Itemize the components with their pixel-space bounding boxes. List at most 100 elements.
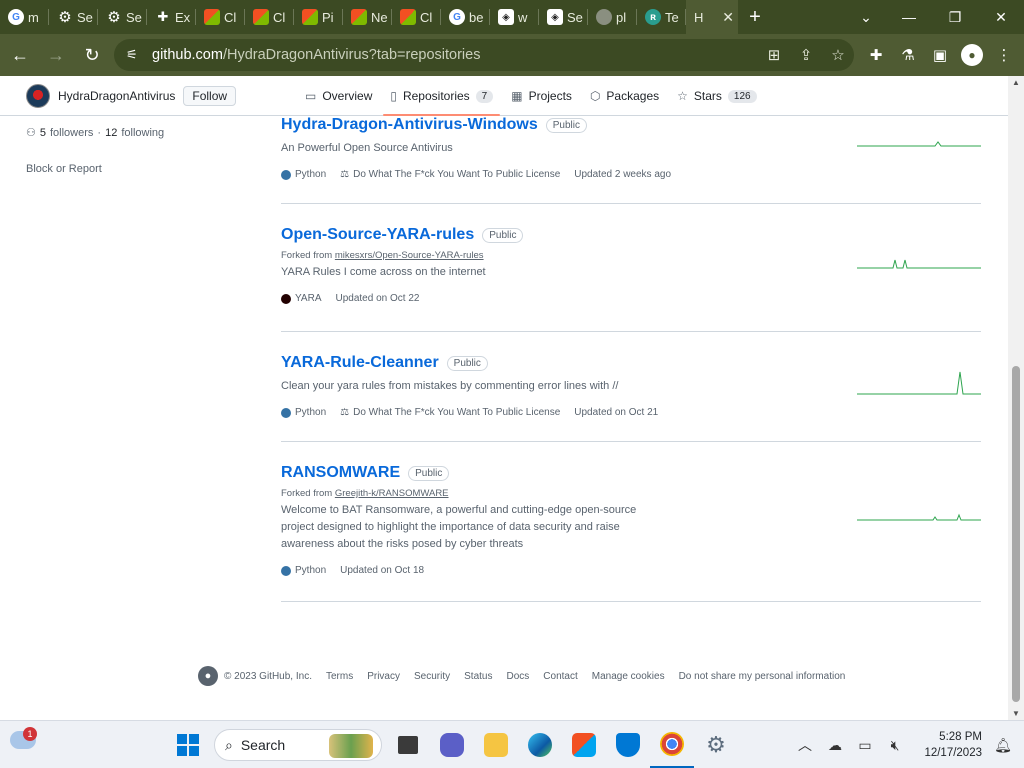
browser-tab[interactable]: Gbe <box>441 0 490 34</box>
chrome-button[interactable] <box>650 721 694 768</box>
browser-tab[interactable]: Cl <box>392 0 441 34</box>
gear-icon: ⚙ <box>706 732 726 757</box>
edge-button[interactable] <box>518 721 562 768</box>
bookmark-star-icon[interactable]: ☆ <box>822 46 854 64</box>
tab-overview[interactable]: ▭ Overview <box>296 76 381 116</box>
tab-packages[interactable]: ⬡ Packages <box>581 76 668 116</box>
block-or-report-link[interactable]: Block or Report <box>26 163 102 175</box>
activity-sparkline <box>857 371 981 395</box>
extensions-icon[interactable]: ✚ <box>860 39 892 71</box>
footer-link-do-not-share[interactable]: Do not share my personal information <box>679 671 846 682</box>
store-button[interactable] <box>562 721 606 768</box>
search-icon: ⌕ <box>225 736 233 753</box>
browser-tab[interactable]: Ne <box>343 0 392 34</box>
scroll-thumb[interactable] <box>1012 366 1020 702</box>
task-view-icon <box>398 736 418 754</box>
browser-tab[interactable]: ◈ Se <box>539 0 588 34</box>
repo-link[interactable]: Open-Source-YARA-rules <box>281 226 474 244</box>
followers-link[interactable]: followers <box>50 127 93 139</box>
forked-from-link[interactable]: mikesxrs/Open-Source-YARA-rules <box>335 250 484 261</box>
back-button[interactable]: ← <box>4 39 36 71</box>
forked-from: Forked from Greejith-k/RANSOMWARE <box>281 488 449 499</box>
scroll-down-arrow-icon[interactable]: ▼ <box>1008 709 1024 718</box>
github-logo-icon[interactable]: ● <box>198 666 218 686</box>
following-link[interactable]: following <box>121 127 164 139</box>
share-icon[interactable]: ⇪ <box>790 46 822 64</box>
forked-from-link[interactable]: Greejith-k/RANSOMWARE <box>335 488 449 499</box>
rainbow-icon <box>351 9 367 25</box>
tab-projects[interactable]: ▦ Projects <box>502 76 581 116</box>
browser-tab[interactable]: ✚ Ex <box>147 0 196 34</box>
tab-search-chevron-icon[interactable]: ⌄ <box>846 0 886 34</box>
tab-repositories[interactable]: ▯ Repositories 7 <box>381 76 502 116</box>
list-item: Open-Source-YARA-rules Public Forked fro… <box>281 226 981 332</box>
repo-link[interactable]: RANSOMWARE <box>281 464 400 482</box>
browser-tab[interactable]: Gm <box>0 0 49 34</box>
footer-link-docs[interactable]: Docs <box>506 671 529 682</box>
file-explorer-button[interactable] <box>474 721 518 768</box>
taskbar-search[interactable]: ⌕ Search <box>214 729 382 761</box>
speaker-muted-icon[interactable]: 🔇︎ <box>880 737 910 754</box>
minimize-button[interactable]: — <box>886 0 932 34</box>
notification-bell-icon[interactable]: 🔔︎ <box>988 737 1018 754</box>
start-button[interactable] <box>166 721 210 768</box>
globe-icon <box>596 9 612 25</box>
browser-tab[interactable]: ʀ Te <box>637 0 686 34</box>
username[interactable]: HydraDragonAntivirus <box>58 89 175 103</box>
avatar[interactable] <box>26 84 50 108</box>
address-bar[interactable]: ⚟ github.com/HydraDragonAntivirus?tab=re… <box>114 39 854 71</box>
url-text[interactable]: github.com/HydraDragonAntivirus?tab=repo… <box>152 47 758 63</box>
footer-link-manage-cookies[interactable]: Manage cookies <box>592 671 665 682</box>
reload-button[interactable]: ↻ <box>76 39 108 71</box>
close-window-button[interactable]: ✕ <box>978 0 1024 34</box>
system-tray: ︿ ☁ ▭ 🔇︎ 5:28 PM 12/17/2023 🔔︎ <box>790 721 1024 768</box>
browser-tab[interactable]: Cl <box>196 0 245 34</box>
visibility-badge: Public <box>545 117 587 133</box>
followers-line: ⚇ 5 followers · 12 following <box>26 126 165 140</box>
follow-button[interactable]: Follow <box>183 86 237 106</box>
footer-link-privacy[interactable]: Privacy <box>367 671 400 682</box>
menu-kebab-icon[interactable]: ⋮ <box>988 39 1020 71</box>
followers-count[interactable]: 5 <box>40 127 46 139</box>
display-icon[interactable]: ▭ <box>850 737 880 754</box>
browser-tab[interactable]: Cl <box>245 0 294 34</box>
install-app-icon[interactable]: ⊞ <box>758 46 790 64</box>
restore-button[interactable]: ❐ <box>932 0 978 34</box>
footer-link-status[interactable]: Status <box>464 671 492 682</box>
forward-button[interactable]: → <box>40 39 72 71</box>
browser-tab[interactable]: ◈ w <box>490 0 539 34</box>
close-tab-icon[interactable]: ✕ <box>722 9 734 26</box>
chat-button[interactable] <box>430 721 474 768</box>
tab-stars[interactable]: ☆ Stars 126 <box>668 76 765 116</box>
settings-button[interactable]: ⚙ <box>694 721 738 768</box>
profile-tabs: ▭ Overview ▯ Repositories 7 ▦ Projects ⬡ Pack… <box>296 76 766 116</box>
profile-avatar-icon[interactable]: ● <box>961 44 983 66</box>
browser-tab[interactable]: ⚙ Se <box>98 0 147 34</box>
new-tab-button[interactable]: + <box>738 0 772 34</box>
site-info-icon[interactable]: ⚟ <box>126 47 146 63</box>
scroll-up-arrow-icon[interactable]: ▲ <box>1008 78 1024 87</box>
repo-meta: YARA Updated on Oct 22 <box>281 293 981 304</box>
onedrive-offline-icon[interactable]: ☁ <box>820 737 850 754</box>
defender-button[interactable] <box>606 721 650 768</box>
repo-title-row: Open-Source-YARA-rules Public <box>281 226 981 244</box>
activity-sparkline <box>857 259 981 269</box>
browser-tab[interactable]: ⚙ Se <box>49 0 98 34</box>
footer-link-contact[interactable]: Contact <box>543 671 577 682</box>
footer-link-terms[interactable]: Terms <box>326 671 353 682</box>
footer-link-security[interactable]: Security <box>414 671 450 682</box>
lab-flask-icon[interactable]: ⚗ <box>892 39 924 71</box>
browser-tab-active[interactable]: H ✕ <box>686 0 738 34</box>
shield-icon: ◈ <box>547 9 563 25</box>
task-view-button[interactable] <box>386 721 430 768</box>
taskbar-clock[interactable]: 5:28 PM 12/17/2023 <box>910 729 982 761</box>
repo-link[interactable]: YARA-Rule-Cleanner <box>281 354 439 372</box>
following-count[interactable]: 12 <box>105 127 117 139</box>
page-scrollbar[interactable]: ▲ ▼ <box>1008 76 1024 720</box>
repo-link[interactable]: Hydra-Dragon-Antivirus-Windows <box>281 116 538 134</box>
browser-tab[interactable]: Pi <box>294 0 343 34</box>
repo-language: Python <box>295 407 327 418</box>
chevron-up-icon[interactable]: ︿ <box>790 735 820 755</box>
side-panel-icon[interactable]: ▣ <box>924 39 956 71</box>
browser-tab[interactable]: pl <box>588 0 637 34</box>
